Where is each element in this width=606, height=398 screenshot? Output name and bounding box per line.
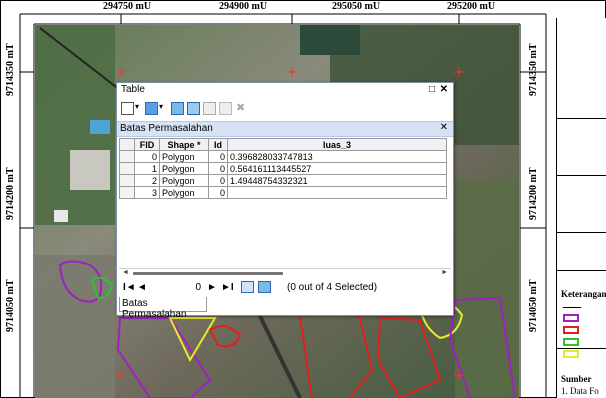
row-selector[interactable] xyxy=(119,174,135,187)
coord-top-4: 295200 mU xyxy=(447,1,496,12)
scroll-right-icon[interactable]: ► xyxy=(441,269,448,276)
cell-shape[interactable]: Polygon xyxy=(159,174,209,187)
legend-divider xyxy=(557,270,606,271)
coord-right-3: 9714050 mT xyxy=(528,279,539,333)
column-header-luas[interactable]: luas_3 xyxy=(227,138,447,151)
cell-id[interactable]: 0 xyxy=(208,162,228,175)
table-options-icon[interactable] xyxy=(121,102,134,115)
column-header-shape[interactable]: Shape * xyxy=(159,138,209,151)
row-selector-header[interactable] xyxy=(119,138,135,151)
legend-line-symbol xyxy=(563,307,581,308)
coord-top-2: 294900 mU xyxy=(219,1,268,12)
table-header-row: FID Shape * Id luas_3 xyxy=(119,138,447,151)
table-toolbar: ▾ ▾ ✖ xyxy=(117,99,453,119)
attribute-table: FID Shape * Id luas_3 0 Polygon 0 0.3968… xyxy=(119,138,447,199)
chevron-down-icon[interactable]: ▾ xyxy=(135,102,139,111)
cell-luas[interactable]: 1.49448754332321 xyxy=(227,174,447,187)
table-row[interactable]: 1 Polygon 0 0.564161113445527 xyxy=(119,162,447,175)
table-window[interactable]: Table □ ✕ ▾ ▾ ✖ Batas Permasalahan ✕ FID… xyxy=(116,82,454,320)
restore-icon[interactable]: □ xyxy=(429,84,435,95)
close-icon[interactable]: ✕ xyxy=(440,84,448,95)
column-header-fid[interactable]: FID xyxy=(134,138,160,151)
source-item: 1. Data Fo xyxy=(561,386,599,396)
source-title: Sumber xyxy=(561,374,592,384)
legend-swatch-red xyxy=(563,326,579,334)
table-titlebar[interactable]: Table □ ✕ xyxy=(117,83,453,98)
next-record-button[interactable]: ► xyxy=(207,282,217,293)
coord-left-3: 9714050 mT xyxy=(5,279,16,333)
legend-title: Keterangan xyxy=(561,289,606,299)
row-selector[interactable] xyxy=(119,150,135,163)
chevron-down-icon[interactable]: ▾ xyxy=(159,102,163,111)
cell-id[interactable]: 0 xyxy=(208,150,228,163)
legend-divider xyxy=(557,175,606,176)
coord-right-2: 9714200 mT xyxy=(528,167,539,221)
legend-divider xyxy=(557,348,606,349)
cell-fid[interactable]: 0 xyxy=(134,150,160,163)
table-row[interactable]: 0 Polygon 0 0.396828033747813 xyxy=(119,150,447,163)
coord-top-1: 294750 mU xyxy=(103,1,152,12)
show-all-records-icon[interactable] xyxy=(241,281,254,293)
switch-selection-icon[interactable] xyxy=(187,102,200,115)
scroll-left-icon[interactable]: ◄ xyxy=(122,269,129,276)
table-bottom-tab[interactable]: Batas Permasalahan xyxy=(119,297,207,320)
column-header-id[interactable]: Id xyxy=(208,138,228,151)
select-by-attributes-icon[interactable] xyxy=(171,102,184,115)
cell-shape[interactable]: Polygon xyxy=(159,150,209,163)
cell-id[interactable]: 0 xyxy=(208,174,228,187)
legend-divider xyxy=(557,232,606,233)
legend-swatch-yellow xyxy=(563,350,579,358)
copy-selected-icon[interactable] xyxy=(219,102,232,115)
delete-icon[interactable]: ✖ xyxy=(236,101,245,114)
cell-fid[interactable]: 3 xyxy=(134,186,160,199)
cell-luas[interactable]: 0.396828033747813 xyxy=(227,150,447,163)
row-selector[interactable] xyxy=(119,162,135,175)
coord-right-1: 9714350 mT xyxy=(528,43,539,97)
last-record-button[interactable]: ►I xyxy=(221,282,234,293)
table-row[interactable]: 3 Polygon 0 xyxy=(119,186,447,199)
cell-shape[interactable]: Polygon xyxy=(159,186,209,199)
legend-divider xyxy=(557,118,606,119)
table-row[interactable]: 2 Polygon 0 1.49448754332321 xyxy=(119,174,447,187)
previous-record-button[interactable]: ◄ xyxy=(137,282,147,293)
legend-swatch-green xyxy=(563,338,579,346)
coord-left-1: 9714350 mT xyxy=(5,43,16,97)
legend-swatch-purple xyxy=(563,314,579,322)
table-tab-title: Batas Permasalahan xyxy=(120,123,213,134)
close-icon[interactable]: ✕ xyxy=(440,122,448,133)
cell-shape[interactable]: Polygon xyxy=(159,162,209,175)
coord-left-2: 9714200 mT xyxy=(5,167,16,221)
cell-fid[interactable]: 1 xyxy=(134,162,160,175)
show-selected-records-icon[interactable] xyxy=(258,281,271,293)
scroll-thumb[interactable] xyxy=(133,272,283,275)
first-record-button[interactable]: I◄ xyxy=(123,282,136,293)
record-navigation-bar: I◄ ◄ 0 ► ►I (0 out of 4 Selected) xyxy=(119,279,451,297)
table-tab-header[interactable]: Batas Permasalahan ✕ xyxy=(117,121,453,137)
selection-status: (0 out of 4 Selected) xyxy=(287,282,378,293)
table-window-title: Table xyxy=(121,84,145,95)
clear-selection-icon[interactable] xyxy=(203,102,216,115)
coord-top-3: 295050 mU xyxy=(332,1,381,12)
cell-luas[interactable]: 0.564161113445527 xyxy=(227,162,447,175)
cell-luas[interactable] xyxy=(227,186,447,199)
cell-fid[interactable]: 2 xyxy=(134,174,160,187)
row-selector[interactable] xyxy=(119,186,135,199)
related-tables-icon[interactable] xyxy=(145,102,158,115)
record-number-input[interactable]: 0 xyxy=(149,282,201,293)
cell-id[interactable]: 0 xyxy=(208,186,228,199)
horizontal-scrollbar[interactable]: ◄ ► xyxy=(119,268,451,278)
